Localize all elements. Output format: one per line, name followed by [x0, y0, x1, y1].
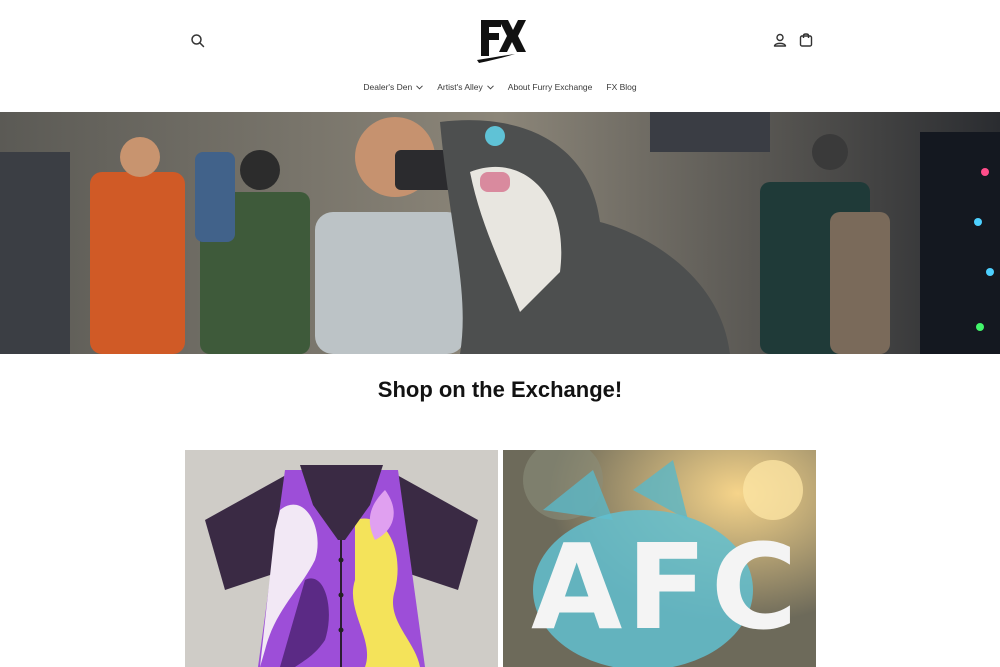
afc-image-text: AFC	[531, 518, 802, 656]
nav-item-artists-alley[interactable]: Artist's Alley	[437, 82, 494, 92]
site-logo[interactable]	[475, 16, 527, 64]
chevron-down-icon	[416, 84, 424, 90]
nav-item-about[interactable]: About Furry Exchange	[508, 82, 593, 92]
nav-item-label: About Furry Exchange	[507, 82, 593, 92]
nav-item-dealers-den[interactable]: Dealer's Den	[363, 82, 424, 92]
search-button[interactable]	[188, 31, 208, 51]
nav-item-blog[interactable]: FX Blog	[606, 82, 636, 92]
hero-banner-image	[0, 112, 1000, 354]
nav-item-label: FX Blog	[606, 82, 637, 92]
cart-button[interactable]	[797, 31, 815, 49]
site-header: Dealer's Den Artist's Alley About Furry …	[0, 0, 1000, 112]
main-navigation: Dealer's Den Artist's Alley About Furry …	[0, 82, 1000, 92]
section-heading: Shop on the Exchange!	[377, 377, 623, 402]
collection-card-afc[interactable]: AFC	[503, 450, 816, 667]
user-icon	[773, 33, 787, 47]
fx-logo-icon	[477, 20, 526, 63]
chevron-down-icon	[486, 84, 494, 90]
shirt-product-image	[185, 450, 498, 667]
search-icon	[191, 34, 205, 48]
account-button[interactable]	[771, 31, 789, 49]
nav-item-label: Dealer's Den	[363, 82, 413, 92]
shopping-bag-icon	[799, 33, 813, 47]
collection-card-shirts[interactable]	[185, 450, 498, 667]
nav-item-label: Artist's Alley	[437, 82, 483, 92]
